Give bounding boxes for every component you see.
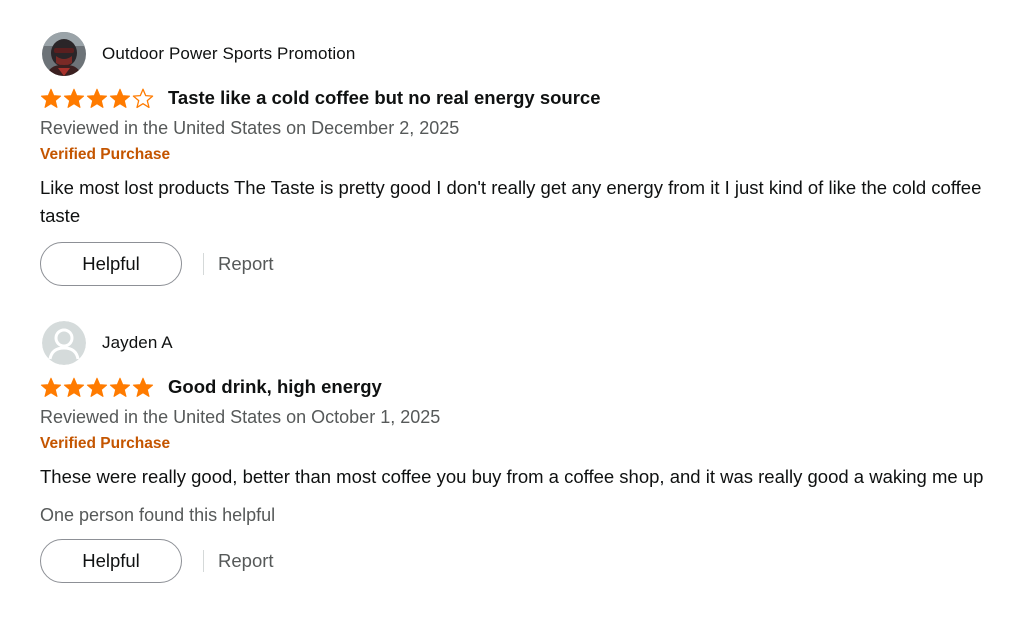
- reviewer-name[interactable]: Outdoor Power Sports Promotion: [102, 44, 355, 64]
- star-rating[interactable]: [40, 377, 154, 398]
- reviewer-profile[interactable]: Outdoor Power Sports Promotion: [40, 31, 1000, 77]
- star-rating[interactable]: [40, 88, 154, 109]
- action-divider: [203, 253, 204, 275]
- helpful-button[interactable]: Helpful: [40, 242, 182, 286]
- review-actions: Helpful Report: [40, 242, 1000, 286]
- report-link[interactable]: Report: [218, 253, 274, 275]
- review-card: Jayden A Good drink, high energy Reviewe…: [40, 320, 1000, 583]
- default-user-avatar-icon: [42, 321, 86, 365]
- review-date: Reviewed in the United States on Decembe…: [40, 118, 460, 138]
- review-title[interactable]: Taste like a cold coffee but no real ene…: [168, 87, 601, 109]
- star-filled-icon: [109, 88, 131, 108]
- review-body: Like most lost products The Taste is pre…: [40, 177, 982, 226]
- star-filled-icon: [40, 88, 62, 108]
- profile-photo-helmet-icon: [42, 32, 86, 76]
- report-link[interactable]: Report: [218, 550, 274, 572]
- review-body: These were really good, better than most…: [40, 466, 984, 487]
- review-title[interactable]: Good drink, high energy: [168, 376, 382, 398]
- helpful-button[interactable]: Helpful: [40, 539, 182, 583]
- review-title-row: Good drink, high energy: [40, 374, 1000, 400]
- star-filled-icon: [86, 377, 108, 397]
- helpful-count-text: One person found this helpful: [40, 505, 276, 525]
- star-filled-icon: [40, 377, 62, 397]
- verified-purchase-badge: Verified Purchase: [40, 146, 171, 163]
- review-card: Outdoor Power Sports Promotion Taste lik…: [40, 31, 1000, 286]
- star-filled-icon: [63, 88, 85, 108]
- action-divider: [203, 550, 204, 572]
- star-filled-icon: [132, 377, 154, 397]
- verified-purchase-badge: Verified Purchase: [40, 435, 171, 452]
- star-filled-icon: [86, 88, 108, 108]
- star-empty-icon: [132, 88, 154, 108]
- star-filled-icon: [63, 377, 85, 397]
- review-actions: Helpful Report: [40, 539, 1000, 583]
- review-date: Reviewed in the United States on October…: [40, 407, 441, 427]
- review-title-row: Taste like a cold coffee but no real ene…: [40, 85, 1000, 111]
- reviewer-name[interactable]: Jayden A: [102, 333, 173, 353]
- reviewer-profile[interactable]: Jayden A: [40, 320, 1000, 366]
- star-filled-icon: [109, 377, 131, 397]
